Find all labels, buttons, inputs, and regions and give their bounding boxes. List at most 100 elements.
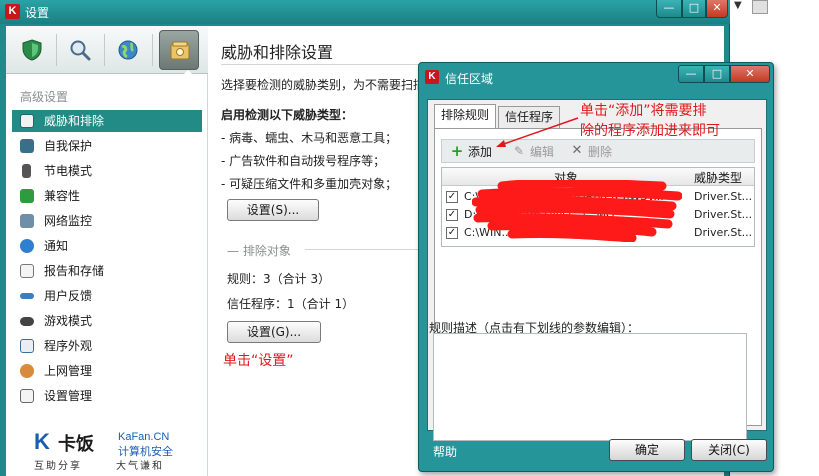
- delete-x-icon: ✕: [571, 143, 583, 158]
- toolbar-separator: [152, 34, 153, 66]
- sidebar-item-parental[interactable]: 上网管理: [12, 360, 202, 382]
- edit-label: 编辑: [530, 145, 555, 159]
- delete-button[interactable]: ✕ 删除: [570, 143, 612, 161]
- feedback-icon: [20, 293, 34, 299]
- info-icon: [20, 239, 34, 253]
- sidebar-item-label: 通知: [44, 239, 69, 253]
- add-label: 添加: [468, 145, 493, 159]
- maximize-button[interactable]: □: [682, 0, 706, 18]
- sidebar-item-notifications[interactable]: 通知: [12, 235, 202, 257]
- kafan-mark: K: [34, 429, 50, 454]
- row-checkbox[interactable]: ✓: [446, 191, 458, 203]
- sidebar-item-label: 威胁和排除: [44, 114, 105, 128]
- sidebar-item-compatibility[interactable]: 兼容性: [12, 185, 202, 207]
- sidebar-item-threats[interactable]: 威胁和排除: [12, 110, 202, 132]
- kafan-name: 卡饭: [58, 434, 94, 455]
- kaspersky-logo-icon: K: [425, 70, 439, 84]
- parental-icon: [20, 364, 34, 378]
- sidebar-item-label: 网络监控: [44, 214, 93, 228]
- sidebar-item-label: 报告和存储: [44, 264, 105, 278]
- page-title: 威胁和排除设置: [221, 43, 334, 62]
- close-button[interactable]: ✕: [706, 0, 728, 18]
- annotation-line-1: 单击“添加”将需要排: [580, 103, 707, 119]
- plus-icon: +: [450, 142, 464, 160]
- tab-exclusion-rules[interactable]: 排除规则: [434, 104, 497, 128]
- redaction-scribble: [472, 180, 682, 242]
- self-defense-icon: [20, 139, 34, 153]
- delete-label: 删除: [588, 145, 613, 159]
- sidebar-item-reports[interactable]: 报告和存储: [12, 260, 202, 282]
- sidebar-item-feedback[interactable]: 用户反馈: [12, 285, 202, 307]
- toolbar-separator: [104, 34, 105, 66]
- sidebar-item-appearance[interactable]: 程序外观: [12, 335, 202, 357]
- toolbar-separator: [56, 34, 57, 66]
- row-threat: Driver.St...: [694, 226, 753, 239]
- row-threat: Driver.St...: [694, 190, 753, 203]
- column-threat-type[interactable]: 威胁类型: [694, 169, 742, 186]
- ok-button[interactable]: 确定: [609, 439, 685, 461]
- selected-tab-pointer: [182, 70, 194, 76]
- rules-count: 规则：3（合计 3）: [227, 272, 331, 286]
- title-divider: [221, 64, 421, 65]
- protection-tab[interactable]: [12, 30, 52, 70]
- left-panel: 高级设置 威胁和排除 自我保护 节电模式 兼容性 网络监控 通知 报告和存储 用…: [6, 26, 208, 476]
- sidebar-item-gaming[interactable]: 游戏模式: [12, 310, 202, 332]
- pencil-icon: ✎: [513, 144, 525, 158]
- appearance-icon: [20, 339, 34, 353]
- rule-description-box: [433, 333, 747, 441]
- feed-icon[interactable]: [752, 0, 768, 14]
- action-bar: + 添加 ✎ 编辑 ✕ 删除: [441, 139, 755, 163]
- network-icon: [20, 214, 34, 228]
- safe-icon: [170, 41, 190, 60]
- add-button[interactable]: + 添加: [450, 143, 492, 161]
- exclusions-group-label: — 排除对象: [227, 244, 291, 258]
- trusted-count: 信任程序：1（合计 1）: [227, 297, 355, 311]
- update-tab[interactable]: [108, 30, 148, 70]
- sidebar-item-power[interactable]: 节电模式: [12, 160, 202, 182]
- sidebar-item-label: 游戏模式: [44, 314, 93, 328]
- sidebar-item-self-defense[interactable]: 自我保护: [12, 135, 202, 157]
- click-settings-note: 单击“设置”: [223, 353, 294, 369]
- kafan-slogan-left: 互助分享: [34, 461, 82, 472]
- sidebar-item-label: 上网管理: [44, 364, 93, 378]
- minimize-button[interactable]: —: [656, 0, 682, 18]
- dialog-maximize-button[interactable]: □: [704, 65, 730, 83]
- category-toolbar: [6, 26, 208, 76]
- gamepad-icon: [20, 317, 34, 326]
- help-link[interactable]: 帮助: [433, 443, 457, 460]
- row-checkbox[interactable]: ✓: [446, 227, 458, 239]
- threat-line-1: - 病毒、蠕虫、木马和恶意工具；: [221, 131, 398, 145]
- annotation-line-2: 除的程序添加进来即可: [580, 123, 720, 139]
- kafan-slogan-right: 大气谦和: [116, 461, 164, 472]
- close-dialog-button[interactable]: 关闭(C): [691, 439, 767, 461]
- sidebar-item-label: 程序外观: [44, 339, 93, 353]
- window-title: 设置: [25, 6, 50, 20]
- shield-icon: [22, 39, 42, 61]
- magnifier-icon: [70, 40, 91, 61]
- exclusions-settings-button[interactable]: 设置(G)...: [227, 321, 321, 343]
- sidebar-item-manage-settings[interactable]: 设置管理: [12, 385, 202, 407]
- row-checkbox[interactable]: ✓: [446, 209, 458, 221]
- dialog-close-button[interactable]: ✕: [730, 65, 770, 83]
- settings-manage-icon: [20, 389, 34, 403]
- enable-heading: 启用检测以下威胁类型：: [221, 108, 354, 122]
- exclusions-group-text: 排除对象: [242, 244, 291, 258]
- advanced-tab[interactable]: [159, 30, 199, 70]
- scan-tab[interactable]: [60, 30, 100, 70]
- group-divider: [305, 249, 425, 250]
- threat-icon: [20, 114, 34, 128]
- edit-button[interactable]: ✎ 编辑: [512, 143, 554, 161]
- kafan-url: KaFan.CN: [118, 431, 170, 443]
- battery-icon: [22, 164, 31, 178]
- title-bar: K 设置: [0, 0, 730, 24]
- dropdown-arrow-icon[interactable]: ▼: [734, 0, 742, 11]
- sidebar-item-label: 用户反馈: [44, 289, 93, 303]
- tab-trusted-apps[interactable]: 信任程序: [498, 106, 561, 128]
- dialog-minimize-button[interactable]: —: [678, 65, 704, 83]
- intro-text: 选择要检测的威胁类别，为不需要扫描: [221, 78, 426, 92]
- sidebar-item-network[interactable]: 网络监控: [12, 210, 202, 232]
- threat-line-3: - 可疑压缩文件和多重加壳对象；: [221, 177, 398, 191]
- row-threat: Driver.St...: [694, 208, 753, 221]
- threat-settings-button[interactable]: 设置(S)...: [227, 199, 319, 221]
- sidebar-item-label: 兼容性: [44, 189, 81, 203]
